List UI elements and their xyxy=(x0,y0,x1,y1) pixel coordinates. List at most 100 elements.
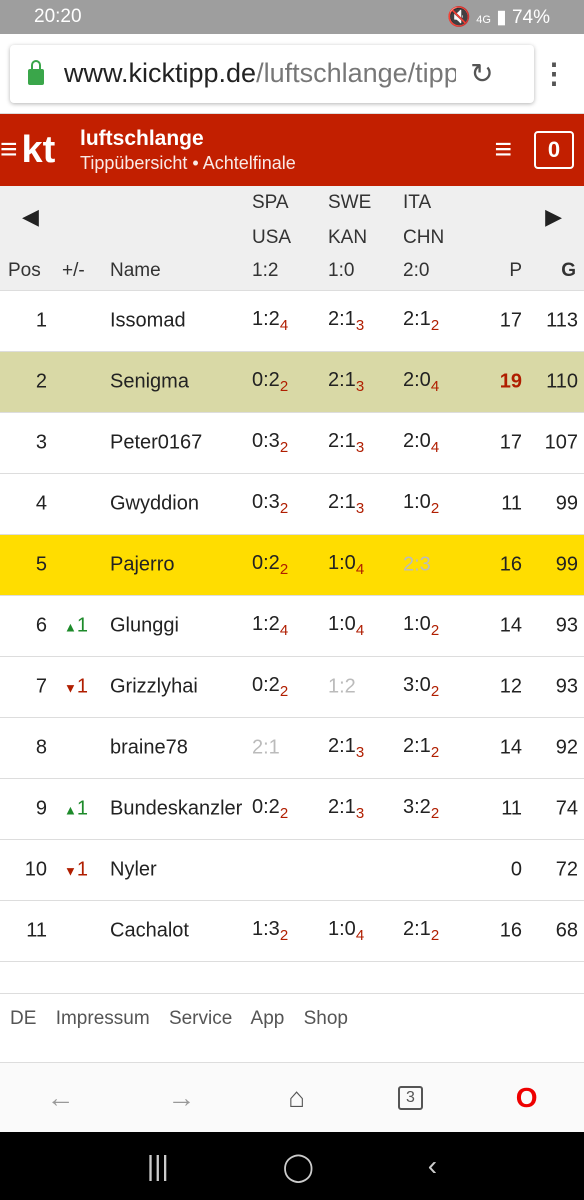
tip-points: 2 xyxy=(279,500,289,517)
status-bar: 20:20 🔇 4G ▮ 74% xyxy=(0,0,584,34)
tip-points: 2 xyxy=(279,683,289,700)
table-row[interactable]: 3 Peter0167 0:32 2:13 2:04 17 107 xyxy=(0,413,584,474)
next-arrow-icon[interactable]: ▶ xyxy=(545,204,562,230)
col-g: G xyxy=(561,260,576,281)
rank-change: ▲1 xyxy=(64,797,88,820)
hamburger-menu-icon[interactable]: ≡ xyxy=(494,133,512,167)
tip: 0:22 xyxy=(252,552,289,578)
tip: 3:02 xyxy=(403,674,440,700)
total-points: 107 xyxy=(544,431,578,454)
table-row[interactable]: 1 Issomad 1:24 2:13 2:12 17 113 xyxy=(0,291,584,352)
lock-icon xyxy=(28,59,44,85)
match-result: 1:2 xyxy=(252,260,279,281)
tip: 1:02 xyxy=(403,491,440,517)
tip-points: 2 xyxy=(279,561,289,578)
table-row[interactable]: 4 Gwyddion 0:32 2:13 1:02 11 99 xyxy=(0,474,584,535)
tip: 0:32 xyxy=(252,491,289,517)
points: 16 xyxy=(499,919,522,942)
footer-link[interactable]: Impressum xyxy=(56,1008,150,1029)
player-name[interactable]: Senigma xyxy=(110,371,246,394)
match-away: CHN xyxy=(403,227,445,248)
player-name[interactable]: Issomad xyxy=(110,310,246,333)
position: 11 xyxy=(26,919,47,942)
tip: 1:24 xyxy=(252,613,289,639)
player-name[interactable]: Peter0167 xyxy=(110,432,246,455)
player-name[interactable]: Nyler xyxy=(110,859,246,882)
points: 12 xyxy=(499,675,522,698)
tip: 0:22 xyxy=(252,796,289,822)
back-icon[interactable]: ← xyxy=(46,1082,74,1114)
table-row[interactable]: 5 Pajerro 0:22 1:04 2:3 16 99 xyxy=(0,535,584,596)
tip: 2:12 xyxy=(403,735,440,761)
tip-points: 2 xyxy=(430,317,440,334)
footer-link[interactable]: Service xyxy=(169,1008,232,1029)
home-button-icon[interactable]: ◯ xyxy=(283,1150,314,1183)
tip: 0:32 xyxy=(252,430,289,456)
player-name[interactable]: Bundeskanzler xyxy=(110,798,246,821)
match-home: SPA xyxy=(252,192,289,213)
home-icon[interactable]: ⌂ xyxy=(288,1082,305,1114)
tip: 1:04 xyxy=(328,552,365,578)
tip-points: 2 xyxy=(279,378,289,395)
sidebar-menu-icon[interactable]: ≡ xyxy=(0,133,18,167)
player-name[interactable]: Glunggi xyxy=(110,615,246,638)
footer-link[interactable]: Shop xyxy=(304,1008,348,1029)
total-points: 93 xyxy=(555,675,578,698)
player-name[interactable]: braine78 xyxy=(110,737,246,760)
table-row[interactable]: 8 braine78 2:1 2:13 2:12 14 92 xyxy=(0,718,584,779)
table-row[interactable]: 9 ▲1 Bundeskanzler 0:22 2:13 3:22 11 74 xyxy=(0,779,584,840)
col-name: Name xyxy=(110,260,161,281)
table-row[interactable]: 11 Cachalot 1:32 1:04 2:12 16 68 xyxy=(0,901,584,962)
player-name[interactable]: Cachalot xyxy=(110,920,246,943)
table-row[interactable]: 7 ▼1 Grizzlyhai 0:22 1:2 3:02 12 93 xyxy=(0,657,584,718)
total-points: 110 xyxy=(546,370,578,393)
more-menu-icon[interactable]: ⋮ xyxy=(534,57,574,90)
footer-link[interactable]: App xyxy=(251,1008,285,1029)
position: 6 xyxy=(35,614,47,637)
tip: 0:22 xyxy=(252,369,289,395)
tip-points: 2 xyxy=(430,622,440,639)
points: 0 xyxy=(510,858,522,881)
table-header: ◀ ▶ SPA USA 1:2 SWE KAN 1:0 ITA CHN 2:0 … xyxy=(0,186,584,291)
player-name[interactable]: Grizzlyhai xyxy=(110,676,246,699)
footer-link[interactable]: DE xyxy=(10,1008,36,1029)
clock: 20:20 xyxy=(34,6,82,27)
points: 14 xyxy=(499,614,522,637)
kicktipp-logo[interactable]: ≡ kt xyxy=(0,129,80,172)
tip-points: 2 xyxy=(430,683,440,700)
reload-icon[interactable]: ↻ xyxy=(470,57,493,90)
tip-points: 3 xyxy=(355,439,365,456)
table-row[interactable]: 2 Senigma 0:22 2:13 2:04 19 110 xyxy=(0,352,584,413)
points: 14 xyxy=(499,736,522,759)
position: 8 xyxy=(35,736,47,759)
tip: 2:13 xyxy=(328,369,365,395)
match-result: 1:0 xyxy=(328,260,355,281)
player-name[interactable]: Pajerro xyxy=(110,554,246,577)
total-points: 99 xyxy=(555,492,578,515)
footer-links: DE Impressum Service App Shop xyxy=(0,993,584,1044)
address-bar[interactable]: www.kicktipp.de/luftschlange/tippuebersi… xyxy=(10,45,534,103)
position: 3 xyxy=(35,431,47,454)
prev-arrow-icon[interactable]: ◀ xyxy=(22,204,39,230)
tip: 2:13 xyxy=(328,491,365,517)
arrow-up-icon: ▲ xyxy=(64,619,77,635)
tip-points: 2 xyxy=(279,439,289,456)
position: 5 xyxy=(35,553,47,576)
back-button-icon[interactable]: ‹ xyxy=(428,1150,437,1182)
tip: 3:22 xyxy=(403,796,440,822)
page-subtitle: Tippübersicht • Achtelfinale xyxy=(80,152,296,173)
player-name[interactable]: Gwyddion xyxy=(110,493,246,516)
table-row[interactable]: 6 ▲1 Glunggi 1:24 1:04 1:02 14 93 xyxy=(0,596,584,657)
opera-icon[interactable]: O xyxy=(516,1082,538,1114)
recents-icon[interactable]: ||| xyxy=(147,1150,169,1182)
tip-points: 3 xyxy=(355,500,365,517)
col-change: +/- xyxy=(62,260,85,281)
notification-badge[interactable]: 0 xyxy=(534,131,574,169)
ranking-table: 1 Issomad 1:24 2:13 2:12 17 113 2 Senigma 0:22 2:1… xyxy=(0,291,584,962)
forward-icon[interactable]: → xyxy=(167,1082,195,1114)
table-row[interactable]: 10 ▼1 Nyler 0 72 xyxy=(0,840,584,901)
tabs-icon[interactable]: 3 xyxy=(397,1085,423,1110)
browser-bottom-bar: ← → ⌂ 3 O xyxy=(0,1062,584,1132)
tip: 0:22 xyxy=(252,674,289,700)
tip-points: 4 xyxy=(355,561,365,578)
